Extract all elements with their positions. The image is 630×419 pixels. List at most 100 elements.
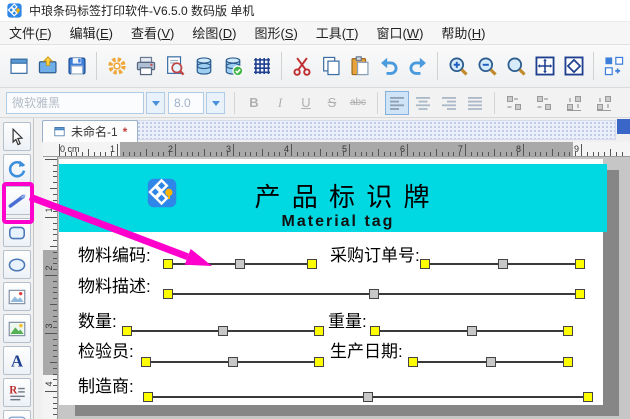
undo-button[interactable] <box>374 50 403 82</box>
tab-overflow-button[interactable] <box>617 119 630 134</box>
save-button[interactable] <box>62 50 91 82</box>
line-handle-start[interactable] <box>141 357 151 367</box>
ellipse-tool-button[interactable] <box>2 250 31 279</box>
copy-button[interactable] <box>316 50 345 82</box>
menu-item-0[interactable]: 文件(F) <box>0 22 61 45</box>
font-size-select[interactable]: 8.0 <box>168 91 204 114</box>
line-icon <box>7 191 27 211</box>
line-handle-mid[interactable] <box>235 259 245 269</box>
strikethrough-button[interactable]: S <box>320 91 344 115</box>
menu-item-7[interactable]: 帮助(H) <box>432 22 494 45</box>
text-tool-button[interactable] <box>2 346 31 375</box>
fit-selection-button[interactable] <box>559 50 588 82</box>
dist-top-button[interactable] <box>562 91 586 115</box>
zoom-button[interactable] <box>501 50 530 82</box>
line-handle-end[interactable] <box>563 326 573 336</box>
settings-button[interactable] <box>102 50 131 82</box>
field-label[interactable]: 物料编码: <box>78 246 151 265</box>
tab-untitled-1[interactable]: 未命名-1 * <box>42 120 139 142</box>
font-family-dropdown-arrow[interactable] <box>146 91 165 114</box>
rounded-rect-tool-button[interactable] <box>2 218 31 247</box>
select-tool-button[interactable] <box>2 122 31 151</box>
zoom-in-icon <box>447 55 469 77</box>
main-toolbar <box>0 45 630 88</box>
menu-item-5[interactable]: 工具(T) <box>307 22 368 45</box>
rotate-tool-button[interactable] <box>2 154 31 183</box>
dist-left-icon <box>505 94 523 112</box>
line-handle-end[interactable] <box>314 326 324 336</box>
line-handle-mid[interactable] <box>498 259 508 269</box>
field-label[interactable]: 制造商: <box>78 377 134 396</box>
app-logo-icon <box>7 3 22 18</box>
cut-button[interactable] <box>287 50 316 82</box>
menu-item-1[interactable]: 编辑(E) <box>61 22 122 45</box>
line-handle-start[interactable] <box>122 326 132 336</box>
image-tool-button[interactable] <box>2 282 31 311</box>
font-family-select[interactable]: 微软雅黑 <box>6 91 144 114</box>
line-handle-start[interactable] <box>163 289 173 299</box>
font-size-dropdown-arrow[interactable] <box>206 91 225 114</box>
align-left-button[interactable] <box>385 90 409 115</box>
line-handle-start[interactable] <box>163 259 173 269</box>
align-center-button[interactable] <box>411 91 435 115</box>
italic-button[interactable]: I <box>268 91 292 115</box>
database-button[interactable] <box>189 50 218 82</box>
toolbar-separator <box>96 52 97 80</box>
bold-button[interactable]: B <box>242 91 266 115</box>
dist-bottom-button[interactable] <box>592 91 616 115</box>
object-properties-icon <box>603 55 625 77</box>
line-handle-end[interactable] <box>575 289 585 299</box>
line-handle-end[interactable] <box>575 259 585 269</box>
line-handle-end[interactable] <box>314 357 324 367</box>
line-handle-mid[interactable] <box>486 357 496 367</box>
new-button[interactable] <box>4 50 33 82</box>
line-handle-mid[interactable] <box>363 392 373 402</box>
clear-format-button[interactable]: abc <box>346 91 370 115</box>
redo-button[interactable] <box>403 50 432 82</box>
print-preview-button[interactable] <box>160 50 189 82</box>
grid-button[interactable] <box>247 50 276 82</box>
line-handle-end[interactable] <box>583 392 593 402</box>
menu-item-6[interactable]: 窗口(W) <box>367 22 432 45</box>
menu-item-4[interactable]: 图形(S) <box>245 22 306 45</box>
line-handle-start[interactable] <box>420 259 430 269</box>
toolbar-separator <box>437 52 438 80</box>
menu-item-2[interactable]: 查看(V) <box>122 22 183 45</box>
dist-left-button[interactable] <box>502 91 526 115</box>
line-handle-end[interactable] <box>307 259 317 269</box>
paste-button[interactable] <box>345 50 374 82</box>
picture-tool-button[interactable] <box>2 314 31 343</box>
zoom-out-button[interactable] <box>472 50 501 82</box>
zoom-in-button[interactable] <box>443 50 472 82</box>
dist-right-button[interactable] <box>532 91 556 115</box>
field-label[interactable]: 生产日期: <box>330 342 403 361</box>
line-handle-mid[interactable] <box>218 326 228 336</box>
field-label[interactable]: 数量: <box>78 312 117 331</box>
zoom-icon <box>505 55 527 77</box>
line-handle-start[interactable] <box>370 326 380 336</box>
line-tool-button[interactable] <box>2 186 31 215</box>
database-connect-button[interactable] <box>218 50 247 82</box>
barcode-tool-button[interactable] <box>2 410 31 419</box>
align-right-button[interactable] <box>437 91 461 115</box>
line-handle-start[interactable] <box>408 357 418 367</box>
menu-item-3[interactable]: 绘图(D) <box>183 22 245 45</box>
line-handle-mid[interactable] <box>467 326 477 336</box>
design-canvas[interactable]: 0 cm 123456789 1234 产 品 标 识 牌 Material t… <box>34 142 630 419</box>
line-handle-end[interactable] <box>563 357 573 367</box>
underline-button[interactable]: U <box>294 91 318 115</box>
fit-page-button[interactable] <box>530 50 559 82</box>
field-label[interactable]: 采购订单号: <box>330 246 420 265</box>
line-handle-start[interactable] <box>143 392 153 402</box>
new-icon <box>8 55 30 77</box>
object-properties-button[interactable] <box>599 50 628 82</box>
field-label[interactable]: 重量: <box>328 312 367 331</box>
line-handle-mid[interactable] <box>228 357 238 367</box>
field-label[interactable]: 物料描述: <box>78 277 151 296</box>
open-button[interactable] <box>33 50 62 82</box>
field-label[interactable]: 检验员: <box>78 342 134 361</box>
print-button[interactable] <box>131 50 160 82</box>
align-justify-button[interactable] <box>463 91 487 115</box>
line-handle-mid[interactable] <box>369 289 379 299</box>
rich-text-tool-button[interactable] <box>2 378 31 407</box>
